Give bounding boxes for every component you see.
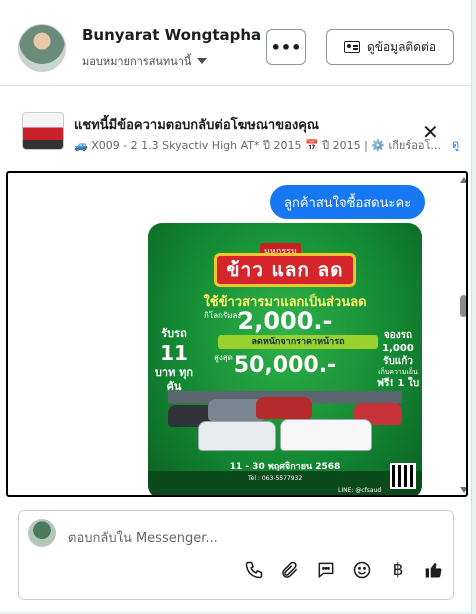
baht-icon[interactable]: ฿ xyxy=(385,557,411,583)
chat-scrollbar[interactable] xyxy=(460,175,466,495)
poster-left-top: รับรถ xyxy=(161,327,187,340)
poster-right-big: 1,000 xyxy=(382,343,414,354)
emoji-icon[interactable] xyxy=(349,557,375,583)
thumbs-up-icon[interactable] xyxy=(421,557,447,583)
assign-conversation-dropdown[interactable]: มอบหมายการสนทนานี้ xyxy=(82,52,208,70)
car-graphic xyxy=(256,397,312,419)
poster-right-offer: จองรถ 1,000 รับแก้ว เก็บความเย็น ฟรี! 1 … xyxy=(376,329,420,390)
quick-reply-icon[interactable] xyxy=(313,557,339,583)
qr-code-image xyxy=(390,463,416,489)
car-graphic xyxy=(280,419,372,451)
ad-details-link[interactable]: ดู xyxy=(452,135,459,153)
poster-right-small: เก็บความเย็น xyxy=(378,368,418,376)
message-bubble[interactable]: ลูกค้าสนใจซื้อสดนะคะ xyxy=(270,185,426,219)
conversation-header: Bunyarat Wongtapha มอบหมายการสนทนานี้ ••… xyxy=(0,0,472,86)
close-icon[interactable]: ✕ xyxy=(422,122,439,142)
scrollbar-thumb[interactable] xyxy=(460,295,466,317)
message-composer: ตอบกลับใน Messenger... ฿ xyxy=(18,510,454,600)
poster-right-top: จองรถ xyxy=(383,330,413,341)
poster-left-offer: รับรถ 11 บาท ทุกคัน xyxy=(152,327,196,393)
poster-headline: ข้าว แลก ลด xyxy=(214,253,356,287)
car-graphic xyxy=(198,421,276,451)
conversation-panel: Bunyarat Wongtapha มอบหมายการสนทนานี้ ••… xyxy=(0,0,472,612)
ad-banner-subtitle: 🚙 X009 - 2 1.3 Skyactiv High AT* ปี 2015… xyxy=(74,139,441,152)
poster-left-bottom: บาท ทุกคัน xyxy=(154,365,194,393)
poster-cars-image xyxy=(168,391,402,453)
contact-card-icon xyxy=(343,41,360,53)
attach-icon[interactable] xyxy=(277,557,303,583)
phone-icon[interactable] xyxy=(241,557,267,583)
ad-thumbnail[interactable] xyxy=(22,112,64,150)
poster-footer-line: LINE: @cfsaud xyxy=(338,487,382,494)
ad-banner-title: แชทนี้มีข้อความตอบกลับต่อโฆษณาของคุณ xyxy=(74,118,319,133)
message-thread[interactable]: ลูกค้าสนใจซื้อสดนะคะ มหกรรม ข้าว แลก ลด … xyxy=(6,171,468,497)
view-contact-info-button[interactable]: ดูข้อมูลติดต่อ xyxy=(326,29,454,65)
poster-right-mid: รับแก้ว xyxy=(383,356,413,367)
poster-footer: Tel : 063-5577932 LINE: @cfsaud xyxy=(148,471,422,495)
page-avatar xyxy=(28,519,56,547)
contact-info-label: ดูข้อมูลติดต่อ xyxy=(366,39,437,54)
contact-avatar[interactable] xyxy=(18,24,66,72)
contact-name[interactable]: Bunyarat Wongtapha xyxy=(82,26,261,44)
poster-bar-text: ลดหนักจากราคาหน้ารถ xyxy=(218,335,378,349)
scroll-up-arrow-icon[interactable] xyxy=(460,177,466,183)
poster-right-bottom: ฟรี! 1 ใบ xyxy=(376,378,420,390)
poster-left-big: 11 xyxy=(160,340,188,365)
ad-reply-banner: แชทนี้มีข้อความตอบกลับต่อโฆษณาของคุณ 🚙 X… xyxy=(0,96,472,162)
scroll-down-arrow-icon[interactable] xyxy=(460,487,466,493)
composer-toolbar: ฿ xyxy=(241,557,447,583)
chevron-down-icon xyxy=(197,58,208,64)
more-options-button[interactable]: ••• xyxy=(266,29,306,65)
promo-image-attachment[interactable]: มหกรรม ข้าว แลก ลด ใช้ข้าวสารมาแลกเป็นส่… xyxy=(148,223,422,495)
assign-label: มอบหมายการสนทนานี้ xyxy=(82,55,192,68)
poster-footer-tel: Tel : 063-5577932 xyxy=(248,475,303,482)
reply-input[interactable]: ตอบกลับใน Messenger... xyxy=(68,527,218,548)
